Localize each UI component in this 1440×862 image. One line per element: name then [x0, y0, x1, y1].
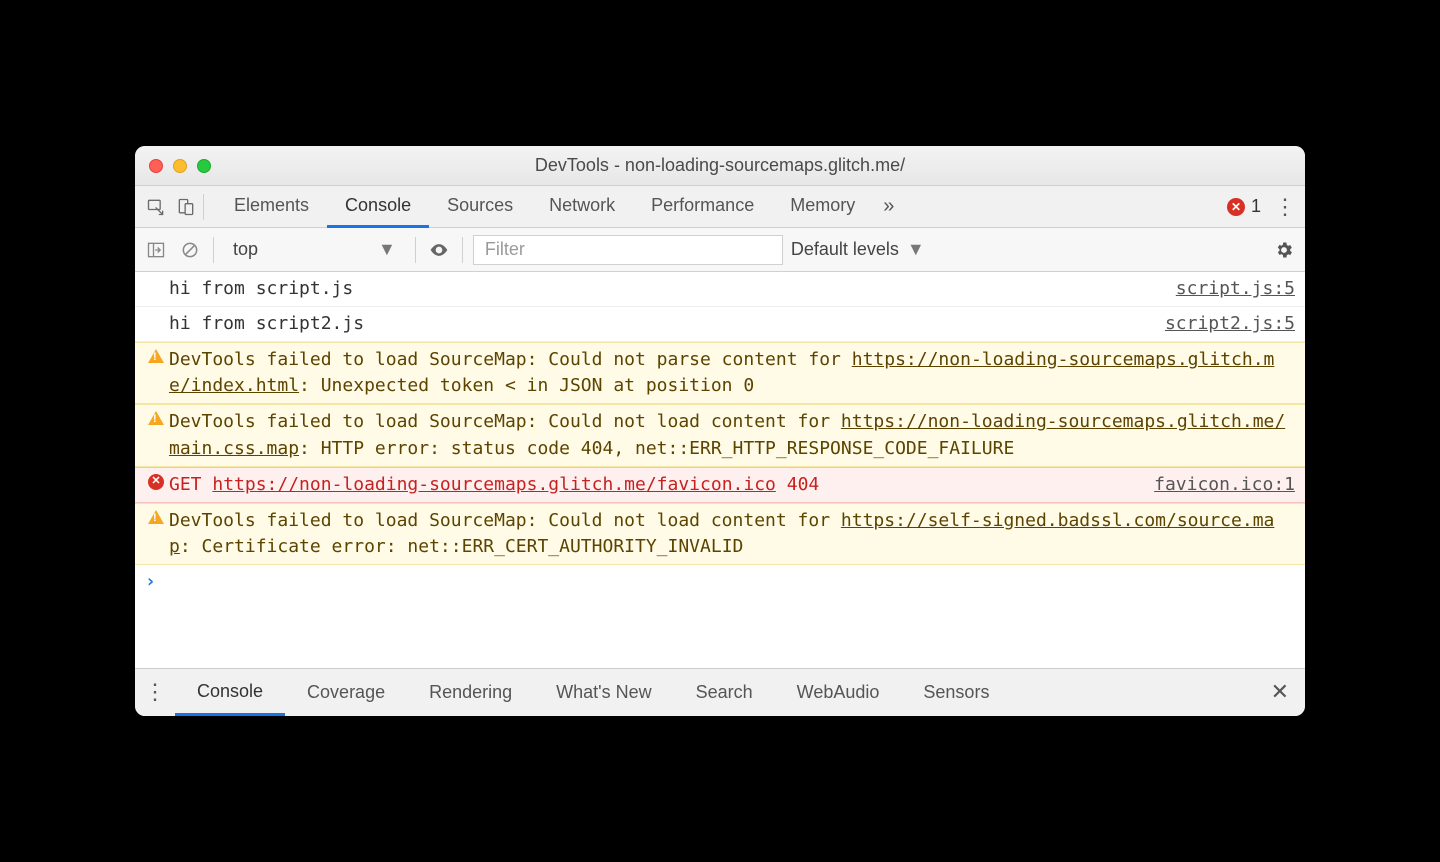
- log-message: DevTools failed to load SourceMap: Could…: [169, 508, 1295, 560]
- live-expression-icon[interactable]: [426, 237, 452, 263]
- filterbar-separator: [415, 237, 416, 263]
- toolbar-separator: [203, 194, 204, 220]
- clear-console-icon[interactable]: [177, 237, 203, 263]
- log-source-link[interactable]: script.js:5: [1160, 276, 1295, 302]
- error-count: 1: [1251, 196, 1261, 217]
- filter-input[interactable]: [478, 236, 778, 264]
- drawer-tab-rendering[interactable]: Rendering: [407, 670, 534, 714]
- warning-icon: [148, 411, 164, 425]
- status-code: 404: [787, 474, 820, 495]
- drawer-tab-webaudio[interactable]: WebAudio: [775, 670, 902, 714]
- main-toolbar: Elements Console Sources Network Perform…: [135, 186, 1305, 228]
- levels-label: Default levels: [791, 239, 899, 260]
- close-drawer-icon[interactable]: ✕: [1255, 679, 1305, 705]
- warning-icon: [148, 349, 164, 363]
- chevron-down-icon: ▼: [907, 239, 925, 260]
- error-count-badge[interactable]: ✕ 1: [1217, 196, 1271, 217]
- console-prompt[interactable]: ›: [135, 565, 1305, 598]
- filter-wrap: [473, 235, 783, 265]
- chevron-down-icon: ▼: [378, 239, 396, 260]
- inspect-element-icon[interactable]: [141, 192, 171, 222]
- drawer-toolbar: ⋮ Console Coverage Rendering What's New …: [135, 668, 1305, 716]
- more-tabs-icon[interactable]: »: [873, 195, 904, 218]
- drawer-tab-search[interactable]: Search: [674, 670, 775, 714]
- log-source-link[interactable]: script2.js:5: [1149, 311, 1295, 337]
- tab-sources[interactable]: Sources: [429, 185, 531, 228]
- drawer-tab-console[interactable]: Console: [175, 669, 285, 716]
- tab-console[interactable]: Console: [327, 185, 429, 228]
- device-toolbar-icon[interactable]: [171, 192, 201, 222]
- console-blank-area[interactable]: [135, 598, 1305, 668]
- warning-row[interactable]: DevTools failed to load SourceMap: Could…: [135, 342, 1305, 404]
- warning-icon: [148, 510, 164, 524]
- console-output: hi from script.js script.js:5 hi from sc…: [135, 272, 1305, 668]
- filterbar-separator: [462, 237, 463, 263]
- tab-elements[interactable]: Elements: [216, 185, 327, 228]
- context-label: top: [233, 239, 258, 260]
- log-levels-select[interactable]: Default levels ▼: [791, 239, 925, 260]
- error-icon: ✕: [148, 474, 164, 490]
- execution-context-select[interactable]: top ▼: [224, 238, 405, 261]
- log-message: DevTools failed to load SourceMap: Could…: [169, 347, 1295, 399]
- tab-performance[interactable]: Performance: [633, 185, 772, 228]
- log-row[interactable]: hi from script2.js script2.js:5: [135, 307, 1305, 342]
- warning-row[interactable]: DevTools failed to load SourceMap: Could…: [135, 503, 1305, 565]
- warning-row[interactable]: DevTools failed to load SourceMap: Could…: [135, 404, 1305, 466]
- url-link[interactable]: https://non-loading-sourcemaps.glitch.me…: [212, 474, 776, 495]
- error-icon: ✕: [1227, 198, 1245, 216]
- log-message: hi from script.js: [169, 276, 1160, 302]
- log-message: hi from script2.js: [169, 311, 1149, 337]
- devtools-window: DevTools - non-loading-sourcemaps.glitch…: [135, 146, 1305, 716]
- log-message: GET https://non-loading-sourcemaps.glitc…: [169, 472, 1138, 498]
- log-row[interactable]: hi from script.js script.js:5: [135, 272, 1305, 307]
- window-titlebar: DevTools - non-loading-sourcemaps.glitch…: [135, 146, 1305, 186]
- tab-memory[interactable]: Memory: [772, 185, 873, 228]
- tab-network[interactable]: Network: [531, 185, 633, 228]
- drawer-menu-icon[interactable]: ⋮: [141, 681, 169, 703]
- console-filterbar: top ▼ Default levels ▼: [135, 228, 1305, 272]
- log-message: DevTools failed to load SourceMap: Could…: [169, 409, 1295, 461]
- console-settings-icon[interactable]: [1271, 237, 1297, 263]
- drawer-tab-whatsnew[interactable]: What's New: [534, 670, 673, 714]
- settings-menu-icon[interactable]: ⋮: [1271, 196, 1299, 218]
- drawer-tab-coverage[interactable]: Coverage: [285, 670, 407, 714]
- window-title: DevTools - non-loading-sourcemaps.glitch…: [135, 155, 1305, 176]
- filterbar-separator: [213, 237, 214, 263]
- drawer-tab-sensors[interactable]: Sensors: [901, 670, 1011, 714]
- panel-tabs: Elements Console Sources Network Perform…: [216, 185, 873, 228]
- show-console-sidebar-icon[interactable]: [143, 237, 169, 263]
- error-row[interactable]: ✕ GET https://non-loading-sourcemaps.gli…: [135, 467, 1305, 503]
- log-source-link[interactable]: favicon.ico:1: [1138, 472, 1295, 498]
